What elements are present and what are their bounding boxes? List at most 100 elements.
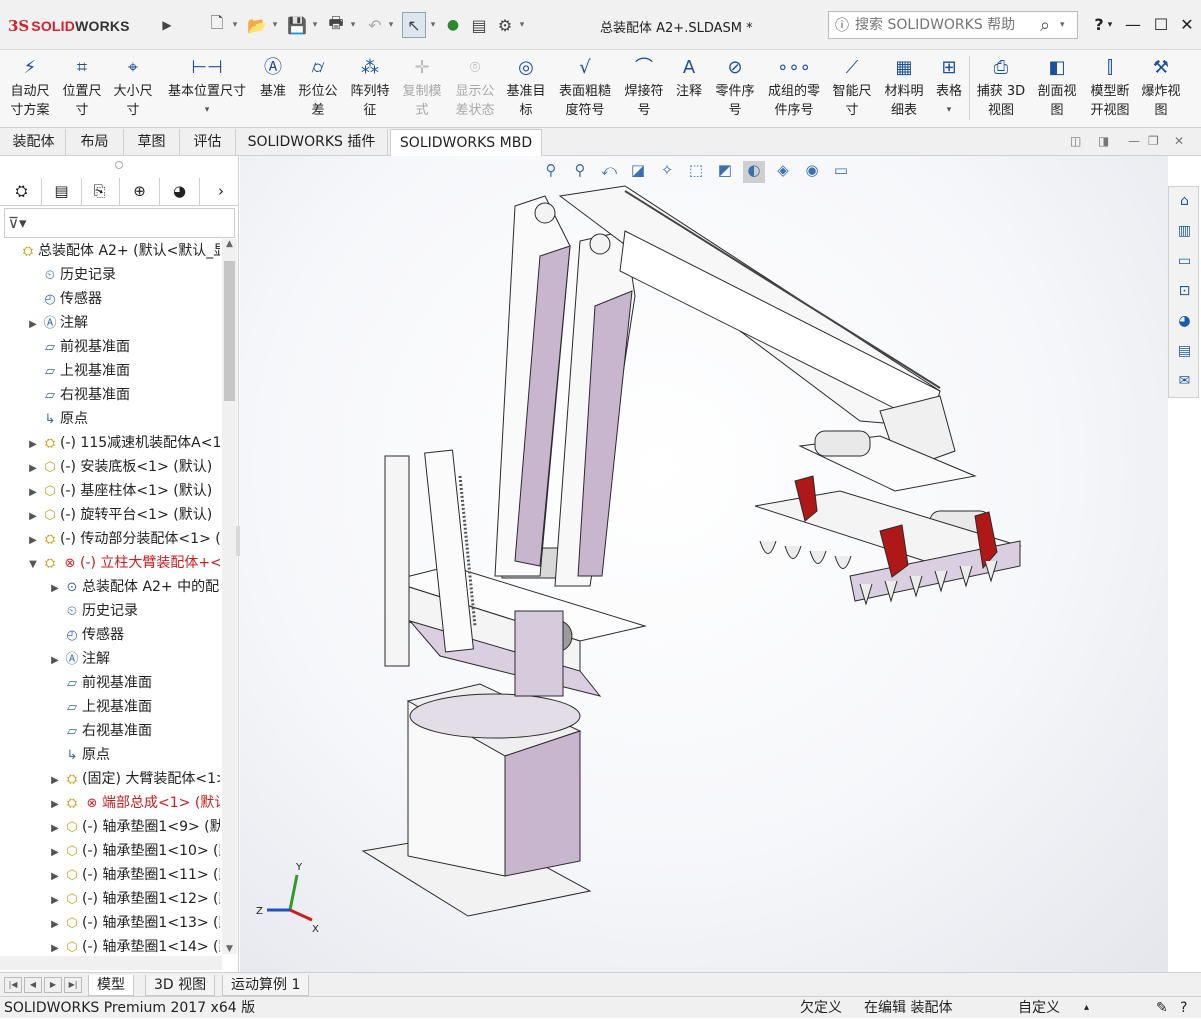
tree-item[interactable]: ▶ ⊙ 总装配体 A2+ 中的配合 [48, 575, 220, 599]
close-button[interactable]: ✕ [1174, 12, 1200, 38]
tree-item[interactable]: ▶ ⬡ (-) 轴承垫圈1<9> (默认) [48, 815, 220, 839]
tab-addins[interactable]: SOLIDWORKS 插件 [236, 129, 388, 156]
home-icon[interactable]: ⌂ [1172, 189, 1197, 214]
forum-icon[interactable]: ✉ [1172, 369, 1197, 394]
last-tab-arrow-icon[interactable]: ▶| [64, 977, 82, 993]
viewport-restore-icon[interactable]: ◫ [1070, 134, 1081, 148]
dynamic-annotation-icon[interactable]: ✧ [656, 161, 678, 183]
expand-caret-icon[interactable]: ▶ [48, 817, 62, 841]
tree-item[interactable]: ⛭ 总装配体 A2+ (默认<默认_显示状态-1>) [4, 239, 220, 263]
ribbon-button[interactable]: ⫿ 模型断 开视图 [1084, 54, 1136, 124]
tree-item[interactable]: ◴ 传感器 [48, 623, 124, 647]
options-dropdown-icon[interactable]: ▾ [517, 12, 527, 38]
ribbon-button[interactable]: ⌖ 大小尺 寸 [108, 54, 158, 124]
display-style-icon[interactable]: ◩ [714, 161, 736, 183]
help-question-icon[interactable]: ⓘ [829, 15, 855, 35]
undo-icon[interactable]: ↶ [364, 12, 386, 38]
print-icon[interactable]: 🖶 [325, 12, 347, 38]
zoom-to-area-icon[interactable]: ⚲ [569, 161, 591, 183]
feature-tree-tab-icon[interactable]: ⛭ [2, 178, 42, 205]
expand-caret-icon[interactable]: ▶ [48, 841, 62, 865]
expand-caret-icon[interactable]: ▶ [26, 505, 40, 529]
open-folder-icon[interactable]: 📂 [246, 12, 268, 38]
search-input[interactable] [855, 17, 1030, 33]
tree-item[interactable]: ▶ Ⓐ 注解 [26, 311, 88, 335]
tree-item[interactable]: ⏲ 历史记录 [48, 599, 138, 623]
expand-caret-icon[interactable]: ▶ [26, 313, 40, 337]
panel-expand-icon[interactable]: › [206, 178, 236, 205]
viewport-maximize-icon[interactable]: ❐ [1148, 134, 1159, 148]
ribbon-button[interactable]: Ⓐ 基准 [254, 54, 292, 124]
ribbon-button[interactable]: ⊘ 零件序 号 [710, 54, 760, 124]
ribbon-button[interactable]: √ 表面粗糙 度符号 [552, 54, 618, 124]
edit-appearance-icon[interactable]: ◈ [772, 161, 794, 183]
ribbon-button[interactable]: ◎ 基准目 标 [502, 54, 550, 124]
file-properties-icon[interactable]: ▤ [468, 12, 490, 38]
ribbon-button[interactable]: ⚡ 自动尺 寸方案 [4, 54, 56, 124]
tab-assembly[interactable]: 装配体 [2, 129, 66, 156]
expand-caret-icon[interactable]: ▶ [48, 577, 62, 601]
new-dropdown-icon[interactable]: ▾ [230, 12, 240, 38]
tree-item[interactable]: ▶ ⬡ (-) 轴承垫圈1<11> (默认) [48, 863, 220, 887]
ribbon-button[interactable]: ⟋ 智能尺 寸 [828, 54, 876, 124]
save-dropdown-icon[interactable]: ▾ [310, 12, 320, 38]
collapse-caret-icon[interactable]: ▼ [26, 553, 40, 577]
expand-caret-icon[interactable]: ▶ [48, 937, 62, 954]
tree-item[interactable]: ▶ ⛭ (-) 传动部分装配体<1> (默认) [26, 527, 220, 551]
panel-grip-icon[interactable] [115, 161, 123, 169]
expand-caret-icon[interactable]: ▶ [48, 889, 62, 913]
scroll-thumb[interactable] [224, 261, 235, 401]
dimxpert-tab-icon[interactable]: ⊕ [120, 178, 160, 205]
viewport-tile-icon[interactable]: ◨ [1098, 134, 1109, 148]
tree-item[interactable]: ▶ ⬡ (-) 轴承垫圈1<14> (默认) [48, 935, 220, 954]
tree-item[interactable]: ▶ ⛭ (-) 115减速机装配体A<1> [26, 431, 220, 455]
ribbon-button[interactable]: ⌭ 形位公 差 [294, 54, 342, 124]
expand-caret-icon[interactable]: ▶ [26, 529, 40, 553]
design-library-icon[interactable]: ▥ [1172, 219, 1197, 244]
maximize-button[interactable]: ☐ [1148, 12, 1174, 38]
units-dropdown-icon[interactable]: ▴ [1084, 997, 1089, 1019]
tree-item[interactable]: ▶ ⛭ ⊗ 端部总成<1> (默认) [48, 791, 220, 815]
configuration-tab-icon[interactable]: ⎘ [80, 178, 120, 205]
tab-layout[interactable]: 布局 [66, 129, 124, 156]
tab-motion-study[interactable]: 运动算例 1 [222, 975, 310, 996]
tree-item[interactable]: ◴ 传感器 [26, 287, 102, 311]
tree-item[interactable]: ▼ ⛭ ⊗ (-) 立柱大臂装配体+<1> [26, 551, 220, 575]
viewport-minimize-icon[interactable]: — [1128, 134, 1140, 148]
expand-caret-icon[interactable]: ▶ [26, 433, 40, 457]
status-options-icon[interactable]: ✎ [1156, 997, 1168, 1019]
graphics-area[interactable] [240, 156, 1168, 972]
ribbon-button[interactable]: ⁂ 阵列特 征 [346, 54, 394, 124]
tab-evaluate[interactable]: 评估 [180, 129, 236, 156]
options-gear-icon[interactable]: ⚙ [494, 12, 516, 38]
expand-caret-icon[interactable]: ▶ [48, 649, 62, 673]
status-units[interactable]: 自定义 [1018, 997, 1060, 1019]
ribbon-button[interactable]: ⊢⊣ 基本位置尺寸 ▾ [162, 54, 252, 124]
apply-scene-icon[interactable]: ◉ [801, 161, 823, 183]
ribbon-button[interactable]: ⊞ 表格 ▾ [932, 54, 966, 124]
ribbon-button[interactable]: ⌒ 焊接符 号 [620, 54, 668, 124]
tree-filter[interactable]: ⊽▾ [4, 208, 235, 238]
tree-scrollbar[interactable]: ▲ ▼ [222, 239, 237, 954]
tab-sketch[interactable]: 草图 [124, 129, 180, 156]
status-help-icon[interactable]: ? [1180, 997, 1187, 1019]
print-dropdown-icon[interactable]: ▾ [348, 12, 358, 38]
scroll-down-icon[interactable]: ▼ [222, 944, 237, 954]
expand-caret-icon[interactable]: ▶ [26, 481, 40, 505]
ribbon-button[interactable]: ▦ 材料明 细表 [878, 54, 930, 124]
tree-item[interactable]: ▱ 前视基准面 [48, 671, 152, 695]
tab-mbd[interactable]: SOLIDWORKS MBD [390, 129, 542, 156]
tree-item[interactable]: ▱ 右视基准面 [26, 383, 130, 407]
tree-horizontal-scrollbar[interactable] [0, 956, 222, 970]
open-dropdown-icon[interactable]: ▾ [270, 12, 280, 38]
ribbon-button[interactable]: ⌾ 显示公 差状态 [450, 54, 500, 124]
tree-item[interactable]: ▶ ⛭ (固定) 大臂装配体<1> [48, 767, 220, 791]
ribbon-button[interactable]: ⌗ 位置尺 寸 [58, 54, 106, 124]
search-dropdown-icon[interactable]: ▾ [1060, 20, 1065, 30]
tree-item[interactable]: ↳ 原点 [26, 407, 88, 431]
expand-caret-icon[interactable]: ▶ [48, 913, 62, 937]
undo-dropdown-icon[interactable]: ▾ [386, 12, 396, 38]
zoom-to-fit-icon[interactable]: ⚲ [540, 161, 562, 183]
rebuild-traffic-light-icon[interactable]: ● [443, 12, 463, 38]
menu-expand-icon[interactable]: ▶ [158, 12, 176, 38]
